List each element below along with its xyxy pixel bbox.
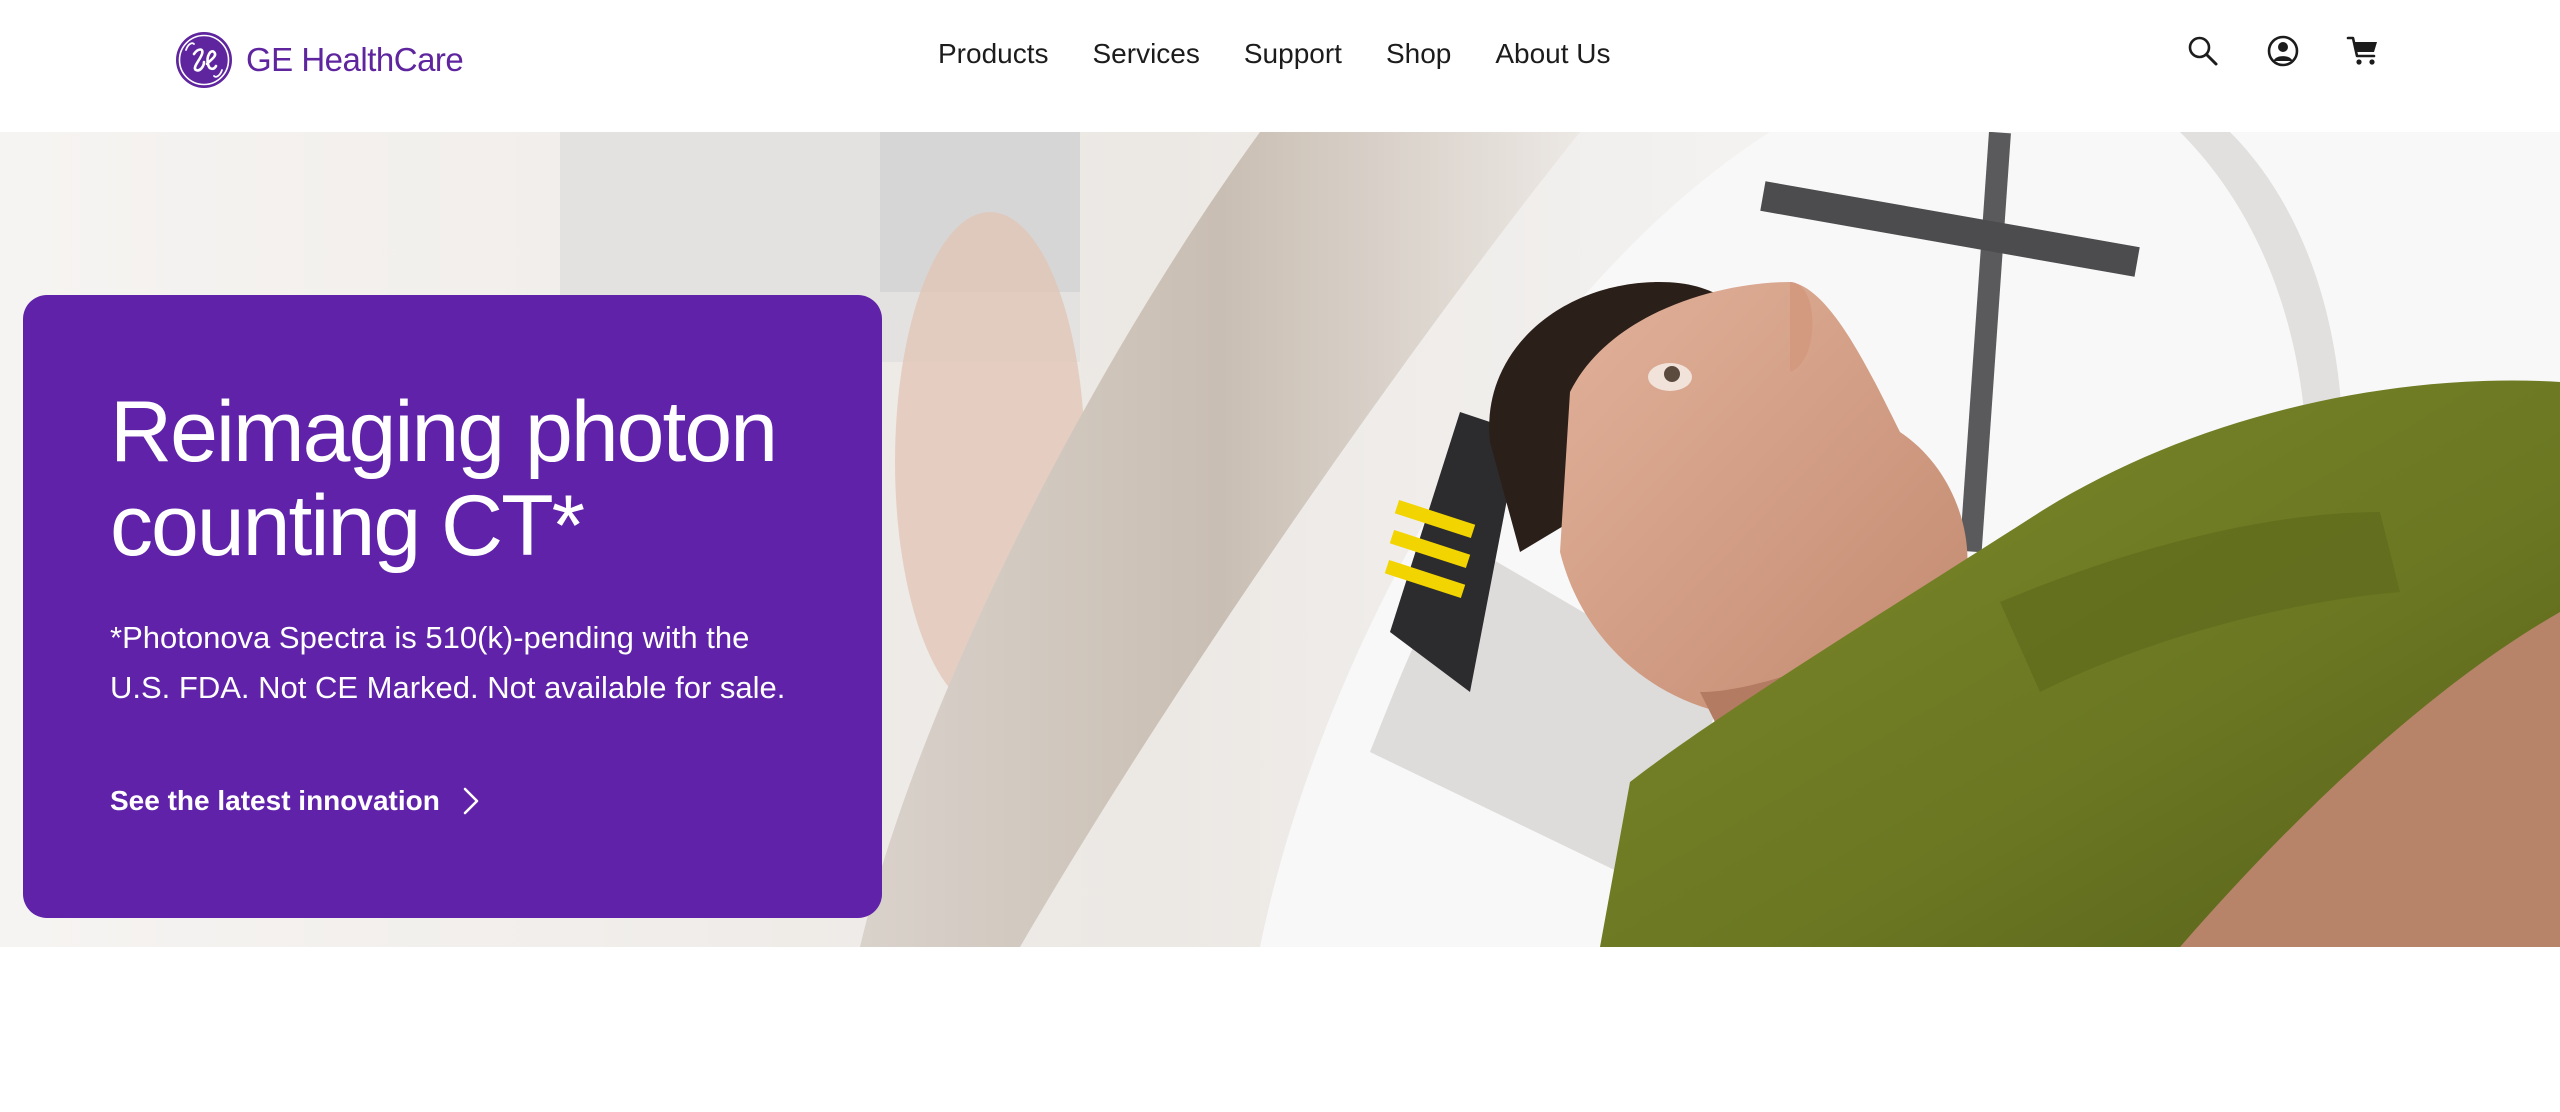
hero-title: Reimaging photon counting CT*: [110, 385, 795, 573]
page-content-below-hero: [0, 947, 2560, 1112]
hero-cta-label: See the latest innovation: [110, 785, 440, 816]
hero-title-line-2: counting CT*: [110, 478, 585, 574]
search-icon: [2188, 36, 2218, 66]
see-latest-innovation-link[interactable]: See the latest innovation: [110, 785, 482, 817]
user-account-icon: [2267, 35, 2299, 67]
hero-title-line-1: Reimaging photon: [110, 384, 778, 480]
nav-item-about-us[interactable]: About Us: [1495, 38, 1610, 70]
search-button[interactable]: [2184, 32, 2222, 70]
nav-item-support[interactable]: Support: [1244, 38, 1342, 70]
cart-button[interactable]: [2344, 32, 2382, 70]
hero-disclaimer-line-1: *Photonova Spectra is 510(k)-pending wit…: [110, 620, 750, 655]
shopping-cart-icon: [2346, 36, 2377, 65]
main-nav: Products Services Support Shop About Us: [938, 38, 1611, 70]
hero-promo-card: Reimaging photon counting CT* *Photonova…: [23, 295, 882, 918]
nav-item-products[interactable]: Products: [938, 38, 1049, 70]
hero-disclaimer: *Photonova Spectra is 510(k)-pending wit…: [110, 613, 790, 713]
brand-name: GE HealthCare: [246, 41, 464, 78]
hero-banner: Reimaging photon counting CT* *Photonova…: [0, 132, 2560, 947]
chevron-right-icon: [463, 787, 479, 815]
nav-item-services[interactable]: Services: [1093, 38, 1200, 70]
account-button[interactable]: [2264, 32, 2302, 70]
hero-disclaimer-line-2: U.S. FDA. Not CE Marked. Not available f…: [110, 670, 786, 705]
brand-logo-link[interactable]: GE HealthCare: [174, 30, 464, 90]
ge-logo-icon: [176, 32, 232, 88]
site-header: GE HealthCare Products Services Support …: [0, 0, 2560, 132]
nav-item-shop[interactable]: Shop: [1386, 38, 1451, 70]
